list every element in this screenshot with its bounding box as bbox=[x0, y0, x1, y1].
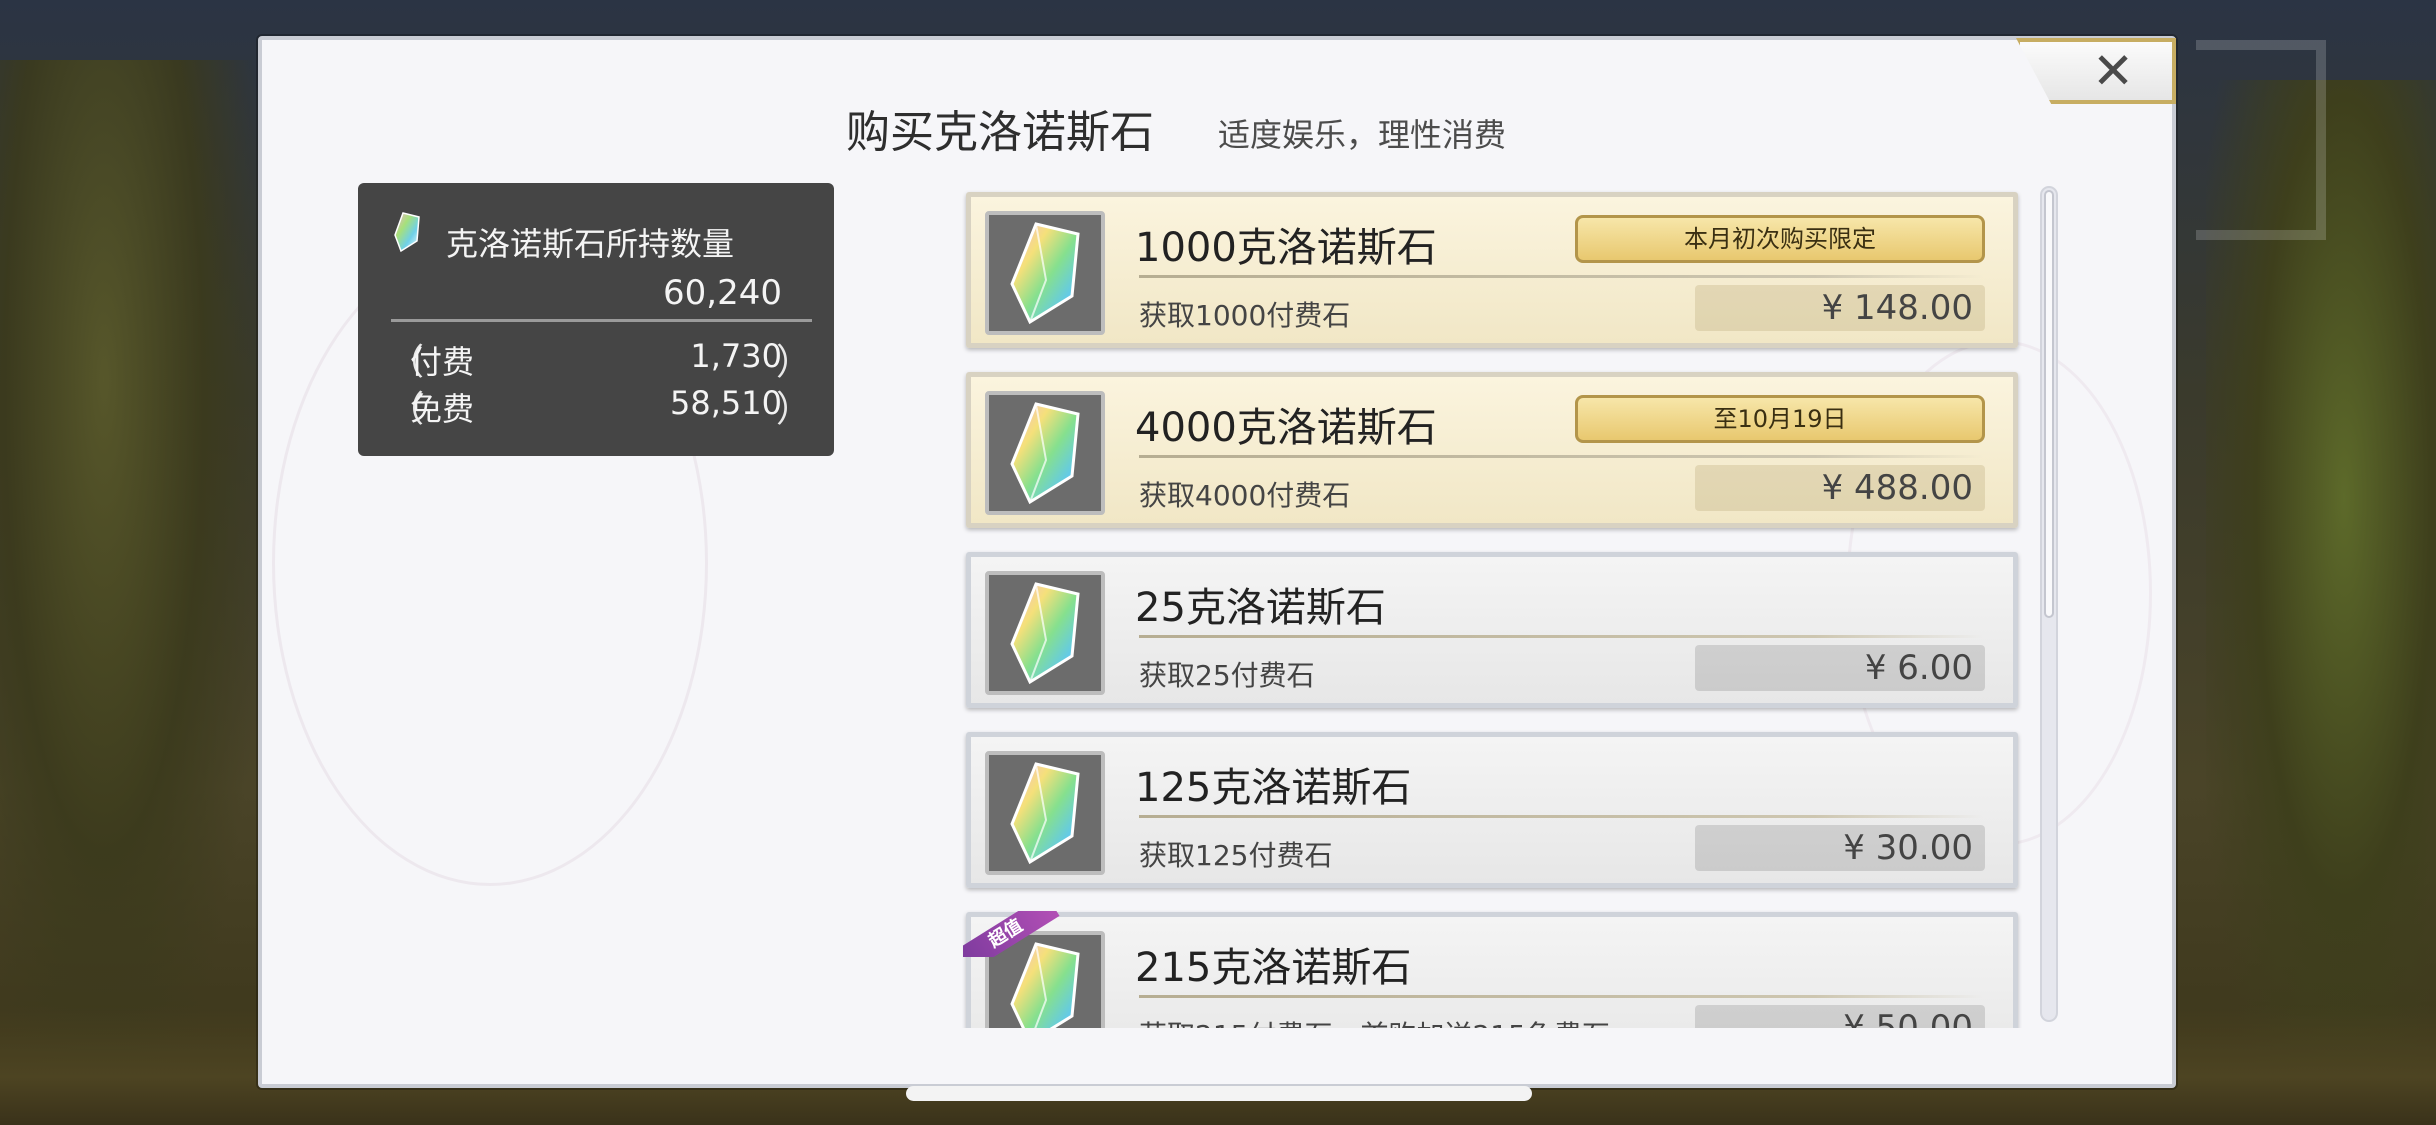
chronos-stone-icon bbox=[1010, 402, 1080, 505]
product-name: 215克洛诺斯石 bbox=[1135, 945, 1412, 991]
page-subtitle: 适度娱乐，理性消费 bbox=[1218, 116, 1507, 154]
product-name: 25克洛诺斯石 bbox=[1135, 585, 1386, 631]
divider bbox=[1139, 455, 1983, 458]
chronos-stone-icon bbox=[1010, 222, 1080, 325]
chronos-stone-icon bbox=[394, 212, 420, 253]
divider bbox=[391, 319, 812, 322]
holdings-panel: 克洛诺斯石所持数量 60,240 bbox=[358, 183, 834, 456]
divider bbox=[1139, 635, 1983, 638]
limit-badge: 本月初次购买限定 bbox=[1575, 215, 1985, 263]
product-item[interactable]: 4000克洛诺斯石 至10月19日 获取4000付费石 ¥ 488.00 bbox=[966, 372, 2018, 528]
price-button[interactable]: ¥ 30.00 bbox=[1695, 825, 1985, 871]
holdings-label: 克洛诺斯石所持数量 bbox=[446, 225, 735, 263]
value-ribbon: 超值 bbox=[963, 911, 1083, 957]
price-button[interactable]: ¥ 488.00 bbox=[1695, 465, 1985, 511]
price-button[interactable]: ¥ 148.00 bbox=[1695, 285, 1985, 331]
product-name: 125克洛诺斯石 bbox=[1135, 765, 1412, 811]
product-description: 获取1000付费石 bbox=[1139, 299, 1351, 332]
scrollbar-thumb[interactable] bbox=[2044, 190, 2054, 618]
product-name: 1000克洛诺斯石 bbox=[1135, 225, 1437, 271]
limit-badge: 至10月19日 bbox=[1575, 395, 1985, 443]
product-description: 获取215付费石，首购加送215免费石 bbox=[1139, 1014, 1610, 1028]
product-thumbnail bbox=[985, 751, 1105, 875]
page-title: 购买克洛诺斯石 bbox=[846, 107, 1154, 158]
product-item[interactable]: 1000克洛诺斯石 本月初次购买限定 获取1000付费石 ¥ 148.00 bbox=[966, 192, 2018, 348]
chronos-stone-icon bbox=[1010, 582, 1080, 685]
holdings-total: 60,240 bbox=[663, 273, 782, 313]
background-tree-left bbox=[0, 60, 260, 1125]
product-description: 获取25付费石 bbox=[1139, 659, 1315, 692]
product-item[interactable]: 125克洛诺斯石 获取125付费石 ¥ 30.00 bbox=[966, 732, 2018, 888]
scrollbar[interactable] bbox=[2040, 186, 2058, 1022]
background-sign bbox=[2196, 40, 2326, 240]
chronos-stone-icon bbox=[1010, 762, 1080, 865]
close-icon: ✕ bbox=[2092, 42, 2134, 100]
product-thumbnail bbox=[985, 391, 1105, 515]
ribbon-label: 超值 bbox=[963, 911, 1060, 957]
product-thumbnail bbox=[985, 211, 1105, 335]
price-button[interactable]: ¥ 6.00 bbox=[1695, 645, 1985, 691]
product-list[interactable]: 1000克洛诺斯石 本月初次购买限定 获取1000付费石 ¥ 148.00 40… bbox=[962, 188, 2022, 1028]
product-item[interactable]: 超值 215克洛诺斯石 获取215付费石，首购加送215免费石 ¥ 50.00 bbox=[963, 911, 2018, 1028]
product-thumbnail bbox=[985, 571, 1105, 695]
product-description: 获取4000付费石 bbox=[1139, 479, 1351, 512]
divider bbox=[1139, 275, 1983, 278]
product-item[interactable]: 25克洛诺斯石 获取25付费石 ¥ 6.00 bbox=[966, 552, 2018, 708]
home-indicator[interactable] bbox=[906, 1086, 1532, 1101]
price-button[interactable]: ¥ 50.00 bbox=[1695, 1005, 1985, 1028]
product-description: 获取125付费石 bbox=[1139, 839, 1333, 872]
divider bbox=[1139, 995, 1983, 998]
divider bbox=[1139, 815, 1983, 818]
product-name: 4000克洛诺斯石 bbox=[1135, 405, 1437, 451]
